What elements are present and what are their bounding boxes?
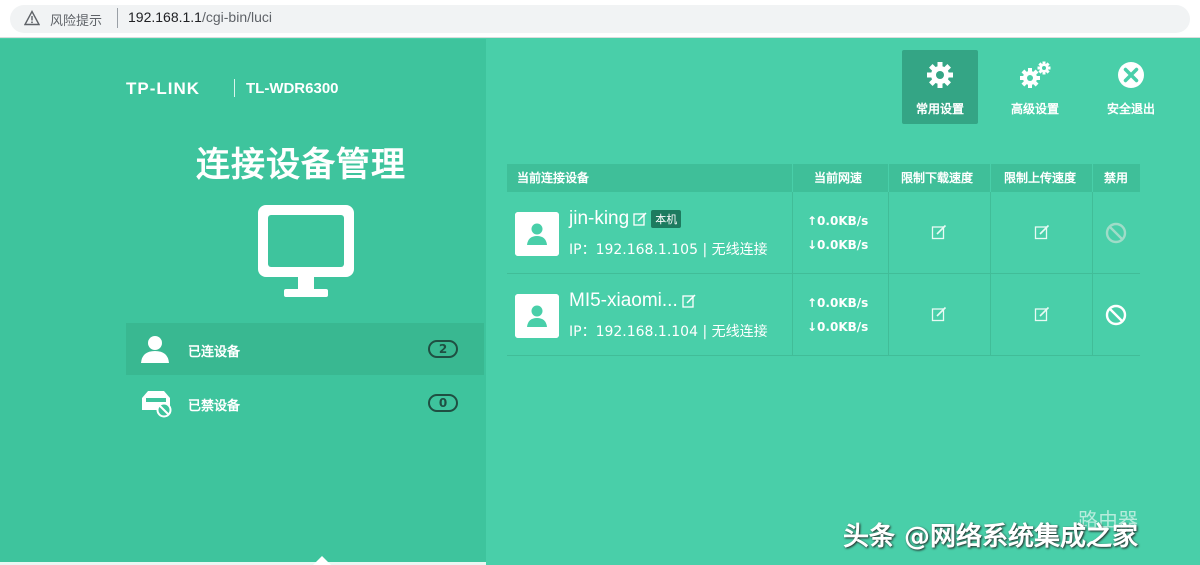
device-model: TL-WDR6300 bbox=[246, 80, 339, 97]
edit-upload-limit-icon[interactable] bbox=[1034, 306, 1050, 322]
edit-name-icon[interactable] bbox=[682, 294, 696, 308]
url-host: 192.168.1.1 bbox=[128, 9, 202, 25]
device-avatar-icon bbox=[515, 294, 559, 338]
device-table: 当前连接设备 当前网速 限制下载速度 限制上传速度 禁用 jin-king 本机 … bbox=[507, 164, 1140, 356]
advanced-settings-label: 高级设置 bbox=[1010, 102, 1059, 116]
advanced-settings-button[interactable]: 高级设置 bbox=[997, 50, 1073, 124]
close-circle-icon bbox=[1118, 62, 1144, 88]
cell-divider bbox=[990, 192, 991, 273]
brand-divider bbox=[234, 79, 235, 97]
col-speed: 当前网速 bbox=[814, 171, 863, 185]
device-avatar-icon bbox=[515, 212, 559, 256]
address-divider bbox=[117, 8, 118, 28]
blocked-device-icon bbox=[142, 391, 172, 418]
table-row: MI5-xiaomi... IP：192.168.1.104 | 无线连接 ↑0… bbox=[507, 274, 1140, 356]
device-ip: IP：192.168.1.105 | 无线连接 bbox=[569, 242, 768, 258]
cell-divider bbox=[888, 192, 889, 273]
cell-divider bbox=[990, 274, 991, 355]
disable-device-icon bbox=[1105, 222, 1127, 244]
table-header: 当前连接设备 当前网速 限制下载速度 限制上传速度 禁用 bbox=[507, 164, 1140, 192]
page-title: 连接设备管理 bbox=[196, 145, 406, 185]
upload-speed: ↑0.0KB/s bbox=[807, 296, 869, 310]
device-ip: IP：192.168.1.104 | 无线连接 bbox=[569, 324, 768, 340]
source-watermark: 头条 @网络系统集成之家 bbox=[843, 522, 1139, 552]
logout-label: 安全退出 bbox=[1106, 102, 1155, 116]
device-name-text: MI5-xiaomi... bbox=[569, 290, 678, 311]
browser-address-bar: 风险提示 192.168.1.1/cgi-bin/luci bbox=[0, 0, 1200, 38]
device-name: jin-king 本机 bbox=[569, 208, 682, 230]
blocked-count-badge: 0 bbox=[428, 394, 458, 412]
cell-divider bbox=[792, 274, 793, 355]
nav-label-blocked: 已禁设备 bbox=[188, 399, 241, 414]
col-device: 当前连接设备 bbox=[517, 171, 590, 185]
user-icon bbox=[141, 336, 169, 363]
url-path: /cgi-bin/luci bbox=[201, 9, 272, 25]
col-upload-limit: 限制上传速度 bbox=[1004, 171, 1077, 185]
panel-pointer bbox=[313, 556, 331, 565]
header-divider bbox=[792, 164, 793, 192]
common-settings-button[interactable]: 常用设置 bbox=[902, 50, 978, 124]
device-name: MI5-xiaomi... bbox=[569, 290, 696, 312]
edit-upload-limit-icon[interactable] bbox=[1034, 224, 1050, 240]
edit-download-limit-icon[interactable] bbox=[931, 306, 947, 322]
nav-connected-devices[interactable]: 已连设备 2 bbox=[126, 323, 484, 375]
col-download-limit: 限制下载速度 bbox=[901, 171, 974, 185]
edit-name-icon[interactable] bbox=[633, 212, 647, 226]
this-device-badge: 本机 bbox=[651, 209, 682, 228]
gears-icon bbox=[1020, 61, 1051, 88]
logout-button[interactable]: 安全退出 bbox=[1093, 50, 1169, 124]
cell-divider bbox=[1092, 274, 1093, 355]
cell-divider bbox=[888, 274, 889, 355]
brand-logo: TP-LINK bbox=[126, 79, 201, 98]
cell-divider bbox=[1092, 192, 1093, 273]
gear-icon bbox=[927, 62, 953, 88]
download-speed: ↓0.0KB/s bbox=[807, 320, 869, 334]
monitor-icon bbox=[258, 205, 354, 297]
left-panel: TP-LINK TL-WDR6300 连接设备管理 已连设备 2 已禁设备 0 bbox=[0, 39, 486, 565]
upload-speed: ↑0.0KB/s bbox=[807, 214, 869, 228]
security-warning-label[interactable]: 风险提示 bbox=[50, 10, 102, 29]
common-settings-label: 常用设置 bbox=[915, 102, 964, 116]
device-name-text: jin-king bbox=[569, 208, 630, 229]
url-text[interactable]: 192.168.1.1/cgi-bin/luci bbox=[128, 9, 272, 25]
disable-device-icon[interactable] bbox=[1105, 304, 1127, 326]
header-divider bbox=[990, 164, 991, 192]
connected-count-badge: 2 bbox=[428, 340, 458, 358]
nav-blocked-devices[interactable]: 已禁设备 0 bbox=[126, 377, 484, 429]
col-disable: 禁用 bbox=[1104, 171, 1129, 185]
warning-icon[interactable] bbox=[24, 10, 40, 26]
table-row: jin-king 本机 IP：192.168.1.105 | 无线连接 ↑0.0K… bbox=[507, 192, 1140, 274]
nav-label-connected: 已连设备 bbox=[188, 345, 241, 360]
cell-divider bbox=[792, 192, 793, 273]
header-divider bbox=[1092, 164, 1093, 192]
edit-download-limit-icon[interactable] bbox=[931, 224, 947, 240]
header-divider bbox=[888, 164, 889, 192]
download-speed: ↓0.0KB/s bbox=[807, 238, 869, 252]
